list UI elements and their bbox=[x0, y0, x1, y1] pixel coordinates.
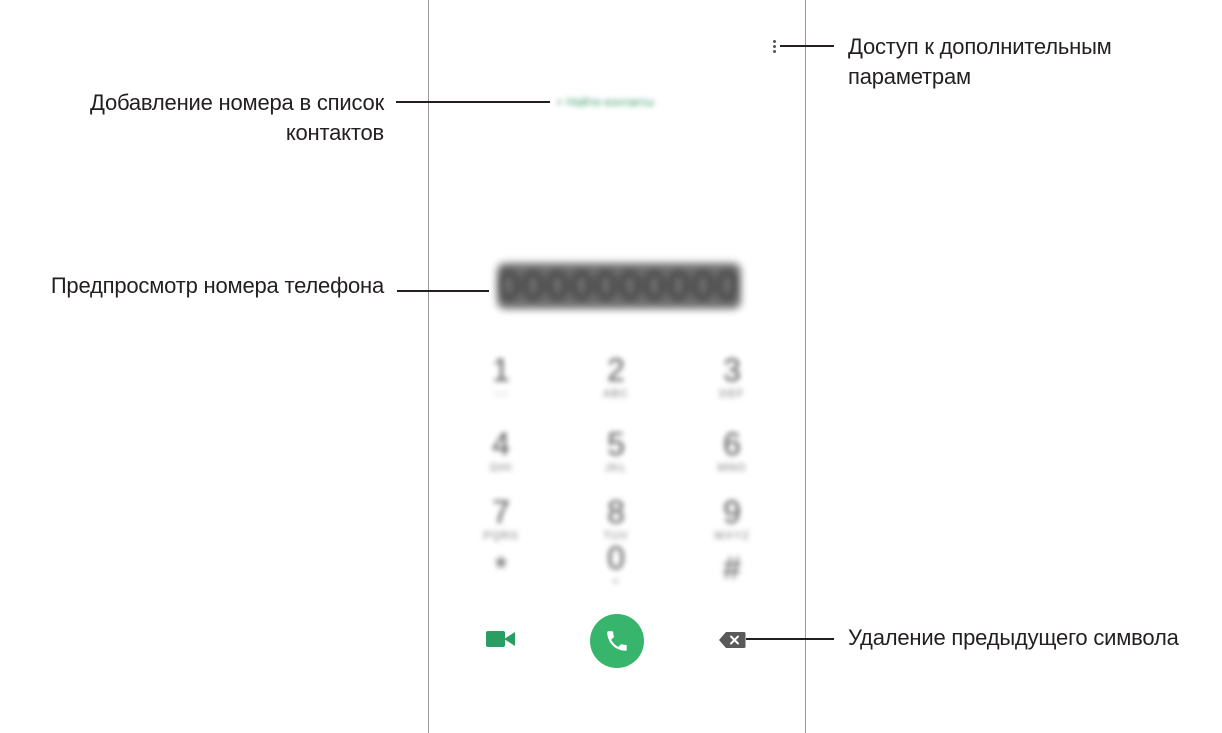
keypad-key-0[interactable]: 0 + bbox=[581, 540, 651, 588]
more-vertical-icon[interactable] bbox=[770, 40, 778, 54]
key-digit: 1 bbox=[492, 352, 510, 388]
keypad-key-4[interactable]: 4 GHI bbox=[466, 426, 536, 474]
key-digit: 5 bbox=[607, 426, 625, 462]
callout-text: контактов bbox=[285, 120, 384, 145]
key-letters: JKL bbox=[605, 462, 627, 474]
key-letters: DEF bbox=[719, 388, 745, 400]
callout-line-delete bbox=[746, 638, 834, 640]
callout-line-number-preview bbox=[397, 290, 489, 292]
key-letters: ◌◌ bbox=[493, 388, 509, 400]
keypad-key-9[interactable]: 9 WXYZ bbox=[697, 494, 767, 542]
key-digit: 4 bbox=[492, 426, 510, 462]
key-letters: MNO bbox=[717, 462, 747, 474]
callout-text: Удаление предыдущего символа bbox=[848, 625, 1179, 650]
keypad-key-hash[interactable]: # bbox=[697, 550, 767, 586]
keypad-key-8[interactable]: 8 TUV bbox=[581, 494, 651, 542]
key-digit: 6 bbox=[723, 426, 741, 462]
add-to-contacts-link[interactable]: + Найти контакты bbox=[556, 94, 686, 110]
keypad-key-5[interactable]: 5 JKL bbox=[581, 426, 651, 474]
key-digit: 8 bbox=[607, 494, 625, 530]
callout-text: Добавление номера в список bbox=[90, 90, 384, 115]
keypad-key-6[interactable]: 6 MNO bbox=[697, 426, 767, 474]
key-letters: ABC bbox=[603, 388, 629, 400]
key-digit: 3 bbox=[723, 352, 741, 388]
key-digit: 9 bbox=[723, 494, 741, 530]
key-letters: PQRS bbox=[483, 530, 519, 542]
callout-text: Доступ к дополнительным bbox=[848, 34, 1112, 59]
key-letters: + bbox=[612, 576, 620, 588]
key-letters: WXYZ bbox=[714, 530, 750, 542]
phone-number-preview: 0000000000 bbox=[497, 263, 741, 309]
call-button[interactable] bbox=[590, 614, 644, 668]
keypad-key-3[interactable]: 3 DEF bbox=[697, 352, 767, 400]
keypad-key-7[interactable]: 7 PQRS bbox=[466, 494, 536, 542]
callout-text: параметрам bbox=[848, 64, 971, 89]
keypad-key-star[interactable]: * bbox=[466, 550, 536, 586]
key-letters: GHI bbox=[489, 462, 513, 474]
keypad-key-2[interactable]: 2 ABC bbox=[581, 352, 651, 400]
callout-more-options: Доступ к дополнительным параметрам bbox=[848, 32, 1112, 92]
keypad-key-1[interactable]: 1 ◌◌ bbox=[466, 352, 536, 400]
callout-line-add-contact bbox=[396, 101, 550, 103]
callout-delete-previous: Удаление предыдущего символа bbox=[848, 623, 1179, 653]
callout-number-preview: Предпросмотр номера телефона bbox=[51, 271, 384, 301]
key-digit: # bbox=[723, 550, 741, 586]
video-camera-icon[interactable] bbox=[486, 629, 516, 649]
key-digit: 2 bbox=[607, 352, 625, 388]
callout-line-more-options bbox=[780, 45, 834, 47]
key-digit: 7 bbox=[492, 494, 510, 530]
callout-text: Предпросмотр номера телефона bbox=[50, 273, 384, 298]
key-digit: * bbox=[494, 550, 508, 586]
phone-icon bbox=[607, 631, 627, 651]
callout-add-to-contacts: Добавление номера в список контактов bbox=[90, 88, 384, 148]
backspace-icon[interactable] bbox=[718, 631, 746, 649]
key-digit: 0 bbox=[607, 540, 625, 576]
